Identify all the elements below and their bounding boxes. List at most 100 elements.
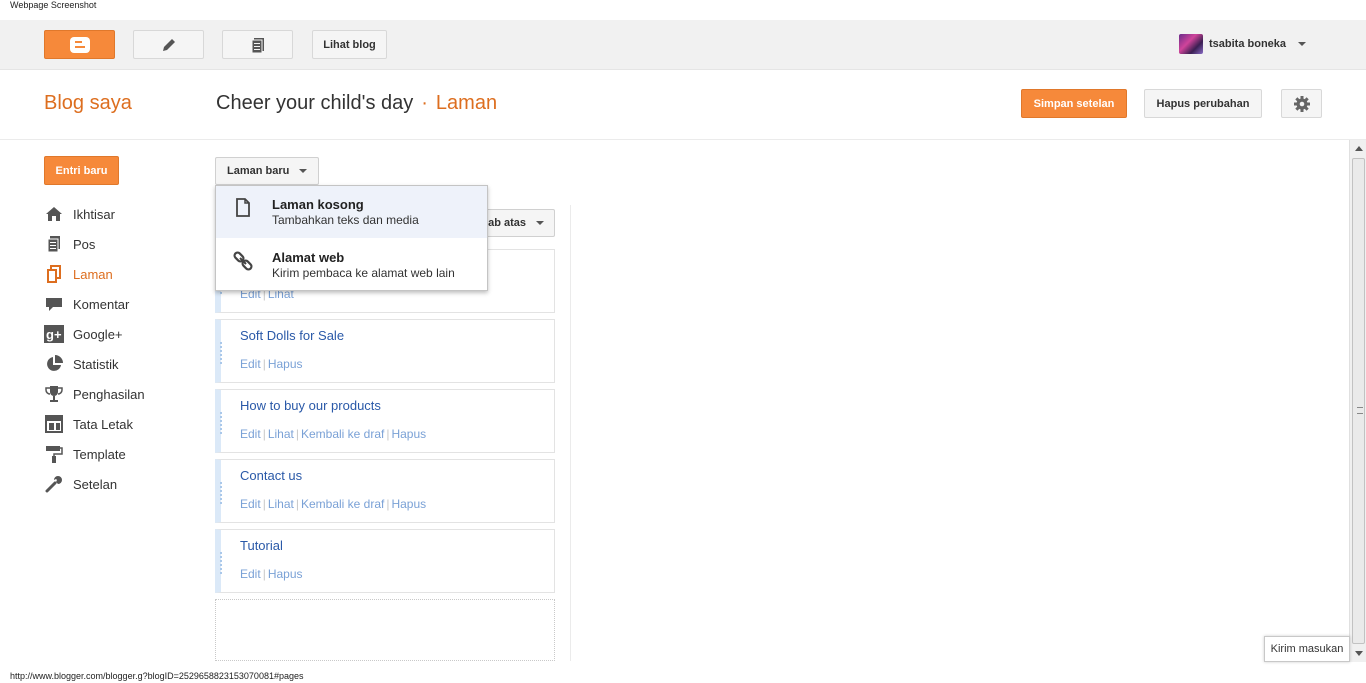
page-list-item[interactable]: Soft Dolls for Sale Edit | Hapus [215,319,555,383]
avatar [1179,34,1203,54]
page-title-link[interactable]: Tutorial [240,538,283,553]
page-list-item[interactable]: Contact us Edit | Lihat | Kembali ke draf | Ha… [215,459,555,523]
page-list-item[interactable]: Tutorial Edit | Hapus [215,529,555,593]
link-separator: | [295,427,299,441]
edit-link[interactable]: Edit [240,427,261,441]
posts-list-button[interactable] [222,30,293,59]
revert-to-draft-link[interactable]: Kembali ke draf [301,427,384,441]
sidebar-item-earnings[interactable]: Penghasilan [44,379,145,409]
sidebar-item-layout[interactable]: Tata Letak [44,409,145,439]
page-title: Laman [435,92,498,114]
sidebar-item-posts[interactable]: Pos [44,229,145,259]
blog-title: Cheer your child's day [216,92,414,114]
sidebar-item-label: Komentar [73,296,130,312]
send-feedback-button[interactable]: Kirim masukan [1264,636,1350,662]
discard-changes-button[interactable]: Hapus perubahan [1144,89,1262,118]
drag-handle-icon[interactable] [220,412,222,434]
new-post-button[interactable]: Entri baru [44,156,119,185]
sidebar-item-google-plus[interactable]: g+ Google+ [44,319,145,349]
menu-item-web-address[interactable]: Alamat web Kirim pembaca ke alamat web l… [216,239,487,291]
delete-link[interactable]: Hapus [268,567,303,581]
menu-item-subtitle: Tambahkan teks dan media [272,213,419,227]
sidebar-nav: Ikhtisar Pos Laman Komentar g+ Google+ S… [44,199,145,499]
screenshot-caption: Webpage Screenshot [10,0,97,10]
settings-button[interactable] [1281,89,1322,118]
save-settings-button[interactable]: Simpan setelan [1021,89,1127,118]
new-page-menu: Laman kosong Tambahkan teks dan media Al… [215,185,488,291]
pencil-icon [162,38,175,51]
sidebar-item-overview[interactable]: Ikhtisar [44,199,145,229]
drag-handle-icon[interactable] [220,552,222,574]
sidebar-item-stats[interactable]: Statistik [44,349,145,379]
breadcrumb: Cheer your child's day · Laman [216,92,497,115]
chevron-down-icon [1298,42,1307,46]
sidebar-item-label: Template [73,446,126,462]
link-separator: | [262,567,266,581]
sidebar-item-label: Tata Letak [73,416,133,432]
link-separator: | [262,427,266,441]
sidebar-item-settings[interactable]: Setelan [44,469,145,499]
menu-item-blank-page[interactable]: Laman kosong Tambahkan teks dan media [216,186,487,238]
link-separator: | [386,427,390,441]
view-link[interactable]: Lihat [268,497,294,511]
top-toolbar: Lihat blog tsabita boneka [0,20,1366,70]
sidebar-item-label: Ikhtisar [73,206,115,222]
layout-icon [44,414,64,434]
new-page-label: Laman baru [227,165,290,177]
new-page-button[interactable]: Laman baru [215,157,319,185]
link-separator: | [262,497,266,511]
paint-roller-icon [44,444,64,464]
page-title-link[interactable]: How to buy our products [240,398,381,413]
page-header: Blog saya Cheer your child's day · Laman S… [0,70,1366,140]
page-actions: Edit | Hapus [240,567,303,581]
edit-link[interactable]: Edit [240,567,261,581]
view-blog-button[interactable]: Lihat blog [312,30,387,59]
wrench-icon [44,474,64,494]
link-separator: | [386,497,390,511]
google-plus-icon: g+ [44,324,64,344]
chevron-down-icon [536,221,544,225]
my-blog-link[interactable]: Blog saya [44,92,132,115]
blogger-logo-icon [69,36,90,53]
delete-link[interactable]: Hapus [391,497,426,511]
grip-icon [1357,407,1363,414]
page-title-link[interactable]: Contact us [240,468,302,483]
scrollbar[interactable] [1349,140,1366,662]
blogger-home-button[interactable] [44,30,115,59]
delete-link[interactable]: Hapus [391,427,426,441]
page-title-link[interactable]: Soft Dolls for Sale [240,328,344,343]
link-separator: | [262,357,266,371]
page-actions: Edit | Hapus [240,357,303,371]
user-menu[interactable]: tsabita boneka [1179,34,1307,54]
page-list-item[interactable]: How to buy our products Edit | Lihat | Kemba… [215,389,555,453]
chevron-down-icon [299,169,308,173]
sidebar-item-comments[interactable]: Komentar [44,289,145,319]
revert-to-draft-link[interactable]: Kembali ke draf [301,497,384,511]
delete-link[interactable]: Hapus [268,357,303,371]
scroll-up-arrow-icon[interactable] [1355,146,1363,151]
edit-link[interactable]: Edit [240,357,261,371]
drag-handle-icon[interactable] [220,482,222,504]
sidebar-item-template[interactable]: Template [44,439,145,469]
scrollbar-thumb[interactable] [1352,158,1365,644]
user-name: tsabita boneka [1209,38,1287,50]
edit-link[interactable]: Edit [240,497,261,511]
blank-page-icon [236,198,250,217]
view-link[interactable]: Lihat [268,427,294,441]
gear-icon [1293,95,1310,112]
menu-item-title: Laman kosong [272,197,364,212]
sidebar-item-pages[interactable]: Laman [44,259,145,289]
drag-handle-icon[interactable] [220,342,222,364]
sidebar-item-label: Pos [73,236,96,252]
sidebar-item-label: Statistik [73,356,119,372]
svg-text:g+: g+ [46,327,62,342]
scroll-down-arrow-icon[interactable] [1355,651,1363,656]
breadcrumb-separator: · [421,92,428,114]
page-actions: Edit | Lihat | Kembali ke draf | Hapus [240,497,426,511]
sidebar-item-label: Google+ [73,326,123,342]
menu-item-subtitle: Kirim pembaca ke alamat web lain [272,266,455,280]
pages-icon [44,264,64,284]
show-tabs-label: ab atas [488,217,526,229]
new-post-pencil-button[interactable] [133,30,204,59]
column-divider [570,205,571,661]
